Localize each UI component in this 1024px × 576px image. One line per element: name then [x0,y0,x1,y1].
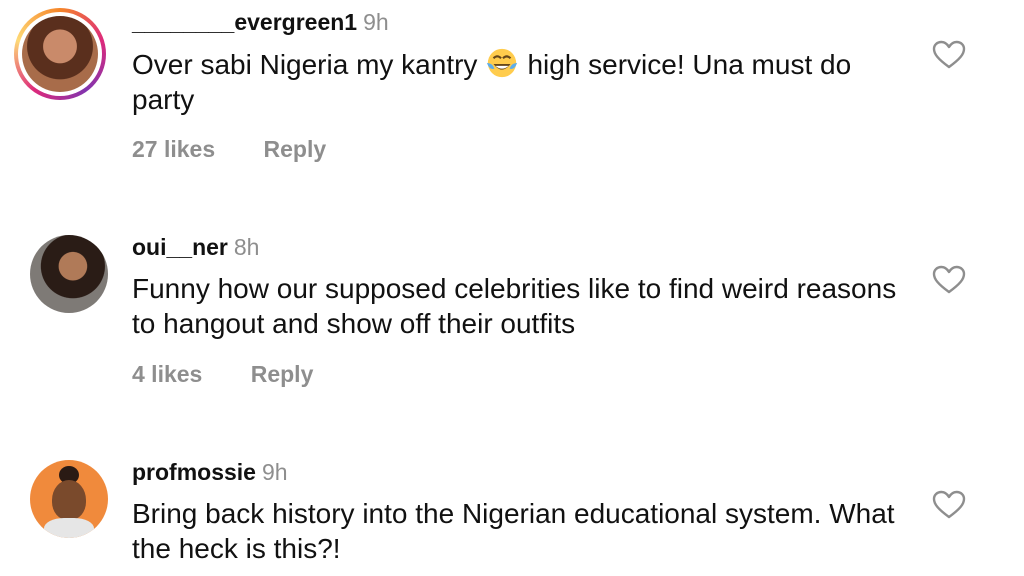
comment-actions: 4 likes Reply [132,361,313,388]
comment-username[interactable]: profmossie [132,459,256,485]
likes-count[interactable]: 4 likes [132,361,202,388]
comment-text: Funny how our supposed celebrities like … [132,273,897,339]
reply-button[interactable]: Reply [251,361,314,388]
comment-username[interactable]: ________evergreen1 [132,9,357,35]
comment-meta: ________evergreen1 9h [132,8,912,36]
face-with-tears-of-joy-icon [487,48,518,78]
comment-body: oui__ner 8h Funny how our supposed celebr… [132,233,912,341]
avatar-face [52,480,86,520]
comment-meta: profmossie 9h [132,458,912,486]
comment-body: ________evergreen1 9h Over sabi Nigeria m… [132,8,912,117]
comment-text: Over sabi Nigeria my kantry high service… [132,46,912,117]
comment-actions: 27 likes Reply [132,136,326,163]
heart-outline-icon[interactable] [932,265,966,295]
comment-time: 9h [363,9,389,35]
heart-outline-icon[interactable] [932,40,966,70]
avatar [22,16,98,92]
comment-text: Bring back history into the Nigerian edu… [132,498,895,564]
heart-outline-icon[interactable] [932,490,966,520]
comment-time: 9h [261,459,288,485]
comment-meta: oui__ner 8h [132,233,912,261]
comment-body: profmossie 9h Bring back history into the… [132,458,912,566]
avatar-story-ring[interactable] [14,8,106,100]
avatar[interactable] [30,235,108,313]
comment-time: 8h [233,234,260,260]
comments-list: ________evergreen1 9h Over sabi Nigeria m… [0,0,1024,576]
avatar-shirt [44,518,94,538]
comment-username[interactable]: oui__ner [132,234,228,260]
comment-text-part: Over sabi Nigeria my kantry [132,49,478,80]
likes-count[interactable]: 27 likes [132,136,215,163]
reply-button[interactable]: Reply [264,136,327,163]
avatar[interactable] [30,460,108,538]
